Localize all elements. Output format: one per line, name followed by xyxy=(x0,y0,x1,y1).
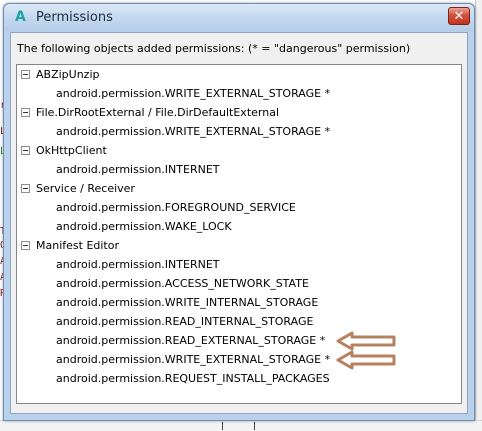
arrow-left-icon xyxy=(336,350,396,370)
collapse-minus-icon[interactable] xyxy=(21,146,30,155)
close-icon: ✕ xyxy=(453,9,465,24)
tree-group: OkHttpClient android.permission.INTERNET xyxy=(17,141,461,179)
background-divider xyxy=(222,422,223,430)
background-app-bottom-bar xyxy=(0,420,482,431)
arrow-left-icon xyxy=(336,331,396,351)
tree-group-label: ABZipUnzip xyxy=(36,68,100,81)
tree-permission-item[interactable]: android.permission.INTERNET xyxy=(17,255,461,274)
dialog-title: Permissions xyxy=(36,10,113,25)
tree-permission-item[interactable]: android.permission.WRITE_EXTERNAL_STORAG… xyxy=(17,84,461,103)
tree-group-label: OkHttpClient xyxy=(36,144,107,157)
collapse-minus-icon[interactable] xyxy=(21,184,30,193)
tree-group: ABZipUnzip android.permission.WRITE_EXTER… xyxy=(17,65,461,103)
tree-group-label: File.DirRootExternal / File.DirDefaultEx… xyxy=(36,106,279,119)
dialog-body: The following objects added permissions:… xyxy=(10,32,468,414)
tree-group-label: Manifest Editor xyxy=(36,239,119,252)
tree-permission-item[interactable]: android.permission.WRITE_INTERNAL_STORAG… xyxy=(17,293,461,312)
close-button[interactable]: ✕ xyxy=(448,7,470,25)
tree-permission-item[interactable]: android.permission.REQUEST_INSTALL_PACKA… xyxy=(17,369,461,388)
tree-permission-item[interactable]: android.permission.FOREGROUND_SERVICE xyxy=(17,198,461,217)
background-divider xyxy=(254,422,255,430)
tree-group: File.DirRootExternal / File.DirDefaultEx… xyxy=(17,103,461,141)
tree-group-label: Service / Receiver xyxy=(36,182,135,195)
tree-group-row[interactable]: ABZipUnzip xyxy=(17,65,461,84)
collapse-minus-icon[interactable] xyxy=(21,241,30,250)
tree-permission-item[interactable]: android.permission.WAKE_LOCK xyxy=(17,217,461,236)
background-app-scrollbar[interactable] xyxy=(475,0,482,430)
tree-permission-item[interactable]: android.permission.READ_INTERNAL_STORAGE xyxy=(17,312,461,331)
tree-permission-item[interactable]: android.permission.WRITE_EXTERNAL_STORAG… xyxy=(17,122,461,141)
collapse-minus-icon[interactable] xyxy=(21,70,30,79)
tree-permission-item[interactable]: android.permission.INTERNET xyxy=(17,160,461,179)
header-label: The following objects added permissions:… xyxy=(17,42,411,55)
tree-group-row[interactable]: Service / Receiver xyxy=(17,179,461,198)
tree-group: Service / Receiver android.permission.FOR… xyxy=(17,179,461,236)
app-logo-icon: A xyxy=(15,9,26,25)
tree-permission-item[interactable]: android.permission.ACCESS_NETWORK_STATE xyxy=(17,274,461,293)
tree-group-row[interactable]: Manifest Editor xyxy=(17,236,461,255)
collapse-minus-icon[interactable] xyxy=(21,108,30,117)
tree-group-row[interactable]: File.DirRootExternal / File.DirDefaultEx… xyxy=(17,103,461,122)
permissions-dialog: A Permissions ✕ The following objects ad… xyxy=(3,3,475,421)
tree-group-row[interactable]: OkHttpClient xyxy=(17,141,461,160)
title-bar[interactable]: A Permissions ✕ xyxy=(4,4,474,31)
